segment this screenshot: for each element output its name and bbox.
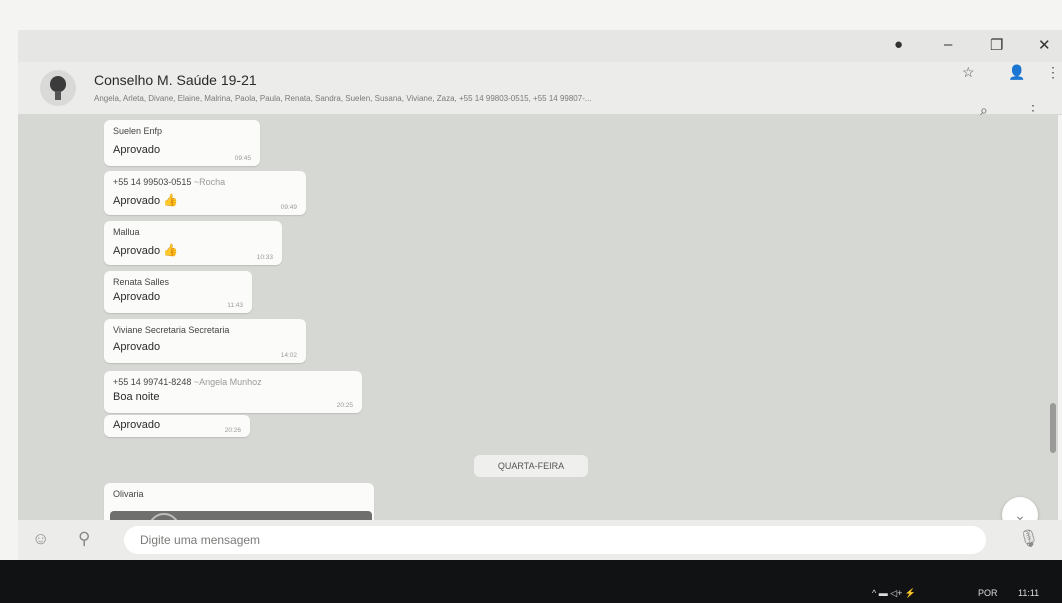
emoji-icon[interactable]: ☺ <box>32 529 49 549</box>
message-time: 09:45 <box>234 155 251 162</box>
message-bubble[interactable]: Suelen Enfp Aprovado 09:45 <box>104 120 260 166</box>
message-input[interactable] <box>124 526 986 554</box>
close-button[interactable]: ✕ <box>1038 36 1051 54</box>
chat-header[interactable]: Conselho M. Saúde 19-21 Angela, Arleta, … <box>18 62 1062 118</box>
message-text: Aprovado <box>113 144 161 156</box>
play-icon[interactable] <box>148 513 180 520</box>
chat-messages[interactable]: Suelen Enfp Aprovado 09:45 +55 14 99503-… <box>18 115 1058 520</box>
message-sender: Viviane Secretaria Secretaria <box>113 325 230 335</box>
media-preview[interactable] <box>110 511 372 520</box>
message-text: Aprovado <box>113 195 161 207</box>
message-composer: ☺ ⚲ 🎙 <box>18 520 1062 560</box>
scroll-down-button[interactable]: ⌄ <box>1002 497 1038 520</box>
tray-icons[interactable]: ^ ▬ ◁+ ⚡ <box>872 588 916 599</box>
message-bubble[interactable]: Renata Salles Aprovado 11:43 <box>104 271 252 313</box>
group-title[interactable]: Conselho M. Saúde 19-21 <box>94 72 257 88</box>
message-time: 09:49 <box>280 204 297 211</box>
message-time: 11:43 <box>227 302 243 309</box>
record-icon[interactable]: ● <box>894 36 903 53</box>
os-taskbar: ^ ▬ ◁+ ⚡ POR 11:11 <box>0 560 1062 603</box>
message-bubble[interactable]: Viviane Secretaria Secretaria Aprovado 1… <box>104 319 306 363</box>
message-sender: Renata Salles <box>113 277 170 287</box>
message-sender: +55 14 99741-8248 ~Angela Munhoz <box>113 377 262 387</box>
message-text: Aprovado <box>113 341 161 353</box>
microphone-icon[interactable]: 🎙 <box>1018 529 1040 549</box>
thumbs-up-icon: 👍 <box>163 243 179 257</box>
sender-alias: ~Angela Munhoz <box>193 377 262 387</box>
message-bubble[interactable]: +55 14 99741-8248 ~Angela Munhoz Boa noi… <box>104 371 362 413</box>
message-time: 20:26 <box>224 427 241 434</box>
lightbulb-icon <box>50 76 66 92</box>
chat-scrollbar[interactable] <box>1050 403 1056 453</box>
group-members: Angela, Arleta, Divane, Elaine, Malrina,… <box>94 94 592 103</box>
day-divider: QUARTA-FEIRA <box>474 455 588 477</box>
message-line: Aprovado 👍 <box>113 243 178 257</box>
star-icon[interactable]: ☆ <box>962 64 975 81</box>
message-text: Aprovado <box>113 419 161 431</box>
message-text: Aprovado <box>113 245 161 257</box>
media-message-bubble[interactable]: Olivaria <box>104 483 374 520</box>
message-time: 14:02 <box>280 352 297 359</box>
message-sender: +55 14 99503-0515 ~Rocha <box>113 177 225 187</box>
message-time: 20:25 <box>336 402 353 409</box>
clock[interactable]: 11:11 <box>1018 588 1039 598</box>
sender-alias: ~Rocha <box>193 177 226 187</box>
message-bubble[interactable]: Mallua Aprovado 👍 10:33 <box>104 221 282 265</box>
thumbs-up-icon: 👍 <box>163 193 179 207</box>
lightbulb-base <box>55 91 61 100</box>
message-sender: Suelen Enfp <box>113 126 163 136</box>
message-bubble[interactable]: Aprovado 20:26 <box>104 415 250 437</box>
menu-dots-icon[interactable]: ⋮ <box>1046 64 1060 81</box>
window-titlebar: ● – ❐ ✕ <box>18 30 1062 62</box>
group-avatar[interactable] <box>40 70 76 106</box>
message-sender: Mallua <box>113 227 140 237</box>
message-text: Aprovado <box>113 291 161 303</box>
attach-icon[interactable]: ⚲ <box>78 529 90 549</box>
minimize-button[interactable]: – <box>944 36 952 53</box>
maximize-button[interactable]: ❐ <box>990 36 1003 54</box>
message-time: 10:33 <box>256 254 273 261</box>
message-bubble[interactable]: +55 14 99503-0515 ~Rocha Aprovado 👍 09:4… <box>104 171 306 215</box>
message-line: Aprovado 👍 <box>113 193 178 207</box>
message-text: Boa noite <box>113 391 160 403</box>
sender-phone: +55 14 99741-8248 <box>113 377 192 387</box>
sender-phone: +55 14 99503-0515 <box>113 177 192 187</box>
language-indicator[interactable]: POR <box>978 588 998 598</box>
message-sender: Olivaria <box>113 489 144 499</box>
person-icon[interactable]: 👤 <box>1008 64 1025 81</box>
